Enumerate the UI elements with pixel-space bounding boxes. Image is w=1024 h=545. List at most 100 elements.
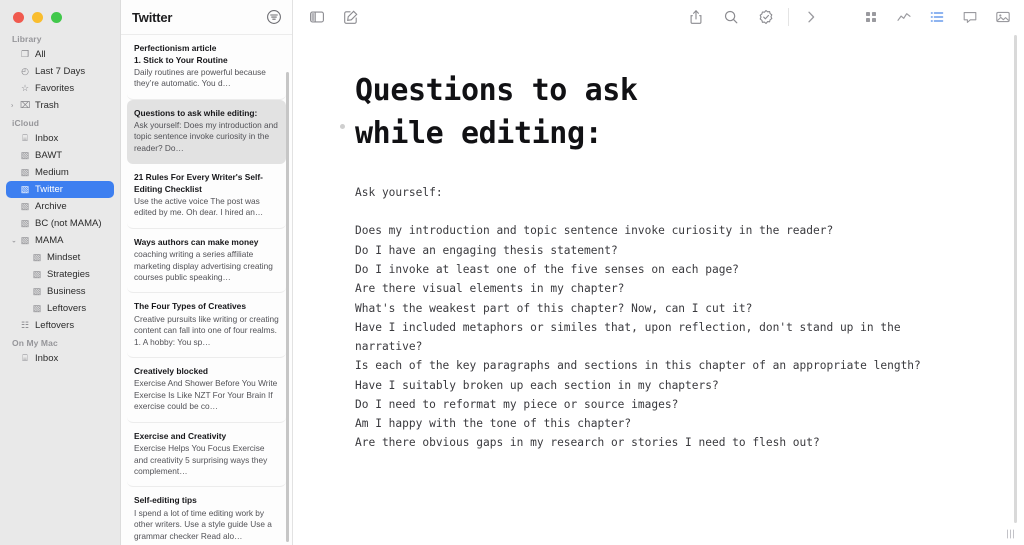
sidebar-item-mindset[interactable]: ▧ Mindset <box>6 249 114 266</box>
sidebar-item-inbox[interactable]: ⌸ Inbox <box>6 130 114 147</box>
minimize-window-button[interactable] <box>32 12 43 23</box>
sidebar-item-medium[interactable]: ▧ Medium <box>6 164 114 181</box>
sidebar-item-label: Inbox <box>35 133 59 144</box>
note-item-title: The Four Types of Creatives <box>134 301 247 312</box>
note-list-item[interactable]: Ways authors can make money coaching writ… <box>127 229 286 294</box>
search-icon[interactable] <box>723 9 739 25</box>
document-lines: Does my introduction and topic sentence … <box>355 221 953 452</box>
document-icon: ▧ <box>32 252 42 263</box>
sidebar-item-inbox[interactable]: ⌸ Inbox <box>6 350 114 367</box>
note-list-item[interactable]: Exercise and Creativity Exercise Helps Yo… <box>127 423 286 488</box>
resize-grip-icon[interactable] <box>1006 526 1015 539</box>
activity-icon[interactable] <box>896 9 912 25</box>
sidebar-item-all[interactable]: ❐ All <box>6 46 114 63</box>
icon-glyph: ▧ <box>20 218 30 228</box>
note-item-title: Questions to ask while editing: <box>134 107 258 118</box>
note-list-item[interactable]: The Four Types of Creatives Creative purs… <box>127 293 286 359</box>
sidebar-item-label: Mindset <box>47 252 81 263</box>
sidebar-item-label: All <box>35 49 46 60</box>
editor-scrollbar[interactable] <box>1014 35 1017 523</box>
share-icon[interactable] <box>688 9 704 25</box>
note-list-item[interactable]: Creatively blocked Exercise And Shower Be… <box>127 358 286 423</box>
document-line[interactable]: What's the weakest part of this chapter?… <box>355 299 953 318</box>
editor-body[interactable]: Questions to ask while editing: Ask your… <box>293 34 1024 545</box>
icon-glyph: ▧ <box>20 150 30 160</box>
document-line[interactable]: Am I happy with the tone of this chapter… <box>355 414 953 433</box>
sidebar-toggle-icon[interactable] <box>309 9 325 25</box>
document-line[interactable]: Do I need to reformat my piece or source… <box>355 395 953 414</box>
note-item-preview: Use the active voice The post was edited… <box>134 195 264 218</box>
note-item-preview: coaching writing a series affiliate mark… <box>134 249 273 282</box>
document-icon: ▧ <box>32 303 42 314</box>
sidebar-item-bc-not-mama[interactable]: ▧ BC (not MAMA) <box>6 215 114 232</box>
comment-icon[interactable] <box>962 9 978 25</box>
sidebar-item-label: Business <box>47 286 86 297</box>
sidebar-item-twitter[interactable]: ▧ Twitter <box>6 181 114 198</box>
image-icon[interactable] <box>995 9 1011 25</box>
document-line[interactable]: Have I suitably broken up each section i… <box>355 376 953 395</box>
list-icon[interactable] <box>929 9 945 25</box>
document-icon: ▧ <box>20 218 30 229</box>
document-line[interactable]: Do I have an engaging thesis statement? <box>355 241 953 260</box>
sidebar-item-strategies[interactable]: ▧ Strategies <box>6 266 114 283</box>
document-intro[interactable]: Ask yourself: <box>355 183 953 202</box>
sidebar-item-business[interactable]: ▧ Business <box>6 283 114 300</box>
icon-glyph: ▧ <box>32 269 42 279</box>
note-list-item[interactable]: Self-editing tips I spend a lot of time e… <box>127 487 286 545</box>
checkmark-seal-icon[interactable] <box>758 9 774 25</box>
sidebar-item-mama[interactable]: ⌄ ▧ MAMA <box>6 232 114 249</box>
sidebar-item-trash[interactable]: › ⌧ Trash <box>6 97 114 114</box>
filter-circle-icon[interactable] <box>266 9 282 25</box>
grid-icon[interactable] <box>863 9 879 25</box>
close-window-button[interactable] <box>13 12 24 23</box>
icon-glyph: ▧ <box>20 184 30 194</box>
document-line[interactable]: Are there obvious gaps in my research or… <box>355 433 953 452</box>
disclosure-triangle-icon[interactable]: ⌄ <box>11 237 17 244</box>
document-line[interactable]: Are there visual elements in my chapter? <box>355 279 953 298</box>
icon-glyph: ▧ <box>32 252 42 262</box>
note-item-title: Creatively blocked <box>134 366 209 377</box>
sidebar-item-favorites[interactable]: ☆ Favorites <box>6 80 114 97</box>
document-icon: ▧ <box>32 269 42 280</box>
sidebar-item-leftovers[interactable]: ▧ Leftovers <box>6 300 114 317</box>
note-list-item[interactable]: 21 Rules For Every Writer's Self-Editing… <box>127 164 286 229</box>
sidebar-item-label: Last 7 Days <box>35 66 86 77</box>
document-spacer <box>355 202 953 221</box>
note-list-item[interactable]: Perfectionism article 1. Stick to Your Ro… <box>127 35 286 100</box>
document-icon: ▧ <box>20 201 30 212</box>
document-icon: ▧ <box>20 235 30 246</box>
disclosure-triangle-icon[interactable]: › <box>11 102 13 109</box>
icon-glyph: ☷ <box>20 320 30 330</box>
chevron-right-icon[interactable] <box>803 9 819 25</box>
note-item-title: Self-editing tips <box>134 495 197 506</box>
document-line[interactable]: Is each of the key paragraphs and sectio… <box>355 356 953 375</box>
icon-glyph: ▧ <box>32 286 42 296</box>
document-line[interactable]: Have I included metaphors or similes tha… <box>355 318 953 357</box>
compose-note-icon[interactable] <box>343 9 359 25</box>
note-stack-icon: ❐ <box>20 49 30 60</box>
icon-glyph: ☆ <box>20 83 30 93</box>
sidebar-item-leftovers[interactable]: ☷ Leftovers <box>6 317 114 334</box>
document-icon: ▧ <box>20 167 30 178</box>
note-item-preview: Exercise Helps You Focus Exercise and cr… <box>134 443 268 476</box>
icon-glyph: ▧ <box>20 201 30 211</box>
icon-glyph: ▧ <box>32 303 42 313</box>
sidebar-item-label: Favorites <box>35 83 75 94</box>
traffic-lights <box>0 0 120 30</box>
document-icon: ▧ <box>20 184 30 195</box>
sidebar-item-label: Archive <box>35 201 67 212</box>
note-list-item[interactable]: Questions to ask while editing: Ask yours… <box>127 99 286 165</box>
note-list-scroll-area[interactable]: Perfectionism article 1. Stick to Your Ro… <box>121 34 292 545</box>
sidebar-item-label: Leftovers <box>47 303 87 314</box>
document-title[interactable]: Questions to ask while editing: <box>355 70 675 155</box>
note-list-scrollbar[interactable] <box>286 72 289 542</box>
maximize-window-button[interactable] <box>51 12 62 23</box>
sidebar-item-bawt[interactable]: ▧ BAWT <box>6 147 114 164</box>
sidebar-item-label: Twitter <box>35 184 63 195</box>
sidebar-item-last-7-days[interactable]: ◴ Last 7 Days <box>6 63 114 80</box>
editor-panel: Questions to ask while editing: Ask your… <box>293 0 1024 545</box>
document-line[interactable]: Does my introduction and topic sentence … <box>355 221 953 240</box>
document-line[interactable]: Do I invoke at least one of the five sen… <box>355 260 953 279</box>
inspector-icon-group <box>863 9 1011 25</box>
sidebar-item-archive[interactable]: ▧ Archive <box>6 198 114 215</box>
